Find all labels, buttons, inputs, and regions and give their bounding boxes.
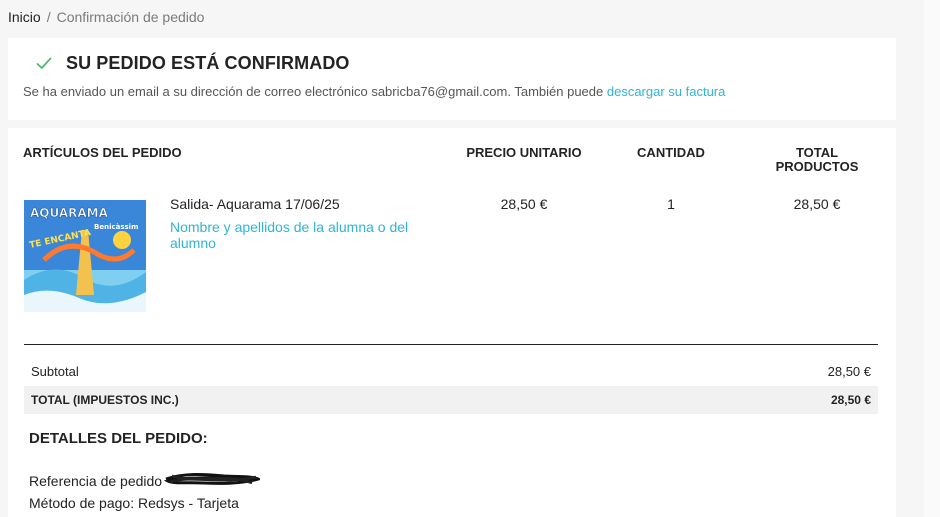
check-icon bbox=[36, 57, 52, 70]
order-reference-label: Referencia de pedido bbox=[29, 472, 163, 489]
subtotal-value: 28,50 € bbox=[827, 364, 871, 379]
confirmation-title: SU PEDIDO ESTÁ CONFIRMADO bbox=[66, 53, 350, 73]
product-image-subtext: Benicàssim bbox=[94, 223, 138, 231]
redacted-reference-scribble bbox=[163, 471, 263, 490]
order-items-card: ARTÍCULOS DEL PEDIDO PRECIO UNITARIO CAN… bbox=[8, 128, 896, 517]
header-total-products: TOTAL PRODUCTOS bbox=[775, 145, 859, 174]
confirmation-message: Se ha enviado un email a su dirección de… bbox=[23, 84, 725, 99]
header-items: ARTÍCULOS DEL PEDIDO bbox=[23, 145, 182, 160]
breadcrumb: Inicio / Confirmación de pedido bbox=[8, 9, 204, 25]
order-divider bbox=[24, 344, 878, 345]
product-unit-price: 28,50 € bbox=[500, 196, 548, 212]
page-scrollbar[interactable] bbox=[924, 0, 940, 517]
header-quantity: CANTIDAD bbox=[637, 145, 705, 160]
breadcrumb-current: Confirmación de pedido bbox=[56, 9, 205, 25]
product-total: 28,50 € bbox=[793, 196, 841, 212]
order-confirmation-card: SU PEDIDO ESTÁ CONFIRMADO Se ha enviado … bbox=[8, 38, 896, 120]
order-details-title: DETALLES DEL PEDIDO: bbox=[29, 430, 208, 447]
product-name[interactable]: Salida- Aquarama 17/06/25 bbox=[170, 196, 340, 212]
product-image-brand: AQUARAMA bbox=[30, 206, 109, 220]
total-value: 28,50 € bbox=[830, 393, 871, 407]
confirmation-message-text: Se ha enviado un email a su dirección de… bbox=[23, 84, 607, 99]
confirmation-heading: SU PEDIDO ESTÁ CONFIRMADO bbox=[36, 53, 350, 74]
subtotal-label: Subtotal bbox=[31, 364, 79, 379]
product-image[interactable]: AQUARAMA Benicàssim TE ENCANTA bbox=[24, 200, 146, 312]
payment-method: Método de pago: Redsys - Tarjeta bbox=[29, 495, 239, 511]
product-customization-link[interactable]: Nombre y apellidos de la alumna o del al… bbox=[170, 219, 415, 251]
total-row: TOTAL (IMPUESTOS INC.) 28,50 € bbox=[24, 386, 878, 414]
total-label: TOTAL (IMPUESTOS INC.) bbox=[31, 393, 179, 407]
breadcrumb-separator: / bbox=[46, 9, 51, 25]
breadcrumb-home-link[interactable]: Inicio bbox=[8, 9, 41, 25]
download-invoice-link[interactable]: descargar su factura bbox=[607, 84, 726, 99]
product-quantity: 1 bbox=[667, 196, 675, 212]
order-reference: Referencia de pedido bbox=[29, 471, 263, 490]
subtotal-row: Subtotal 28,50 € bbox=[24, 357, 878, 386]
header-unit-price: PRECIO UNITARIO bbox=[466, 145, 582, 160]
